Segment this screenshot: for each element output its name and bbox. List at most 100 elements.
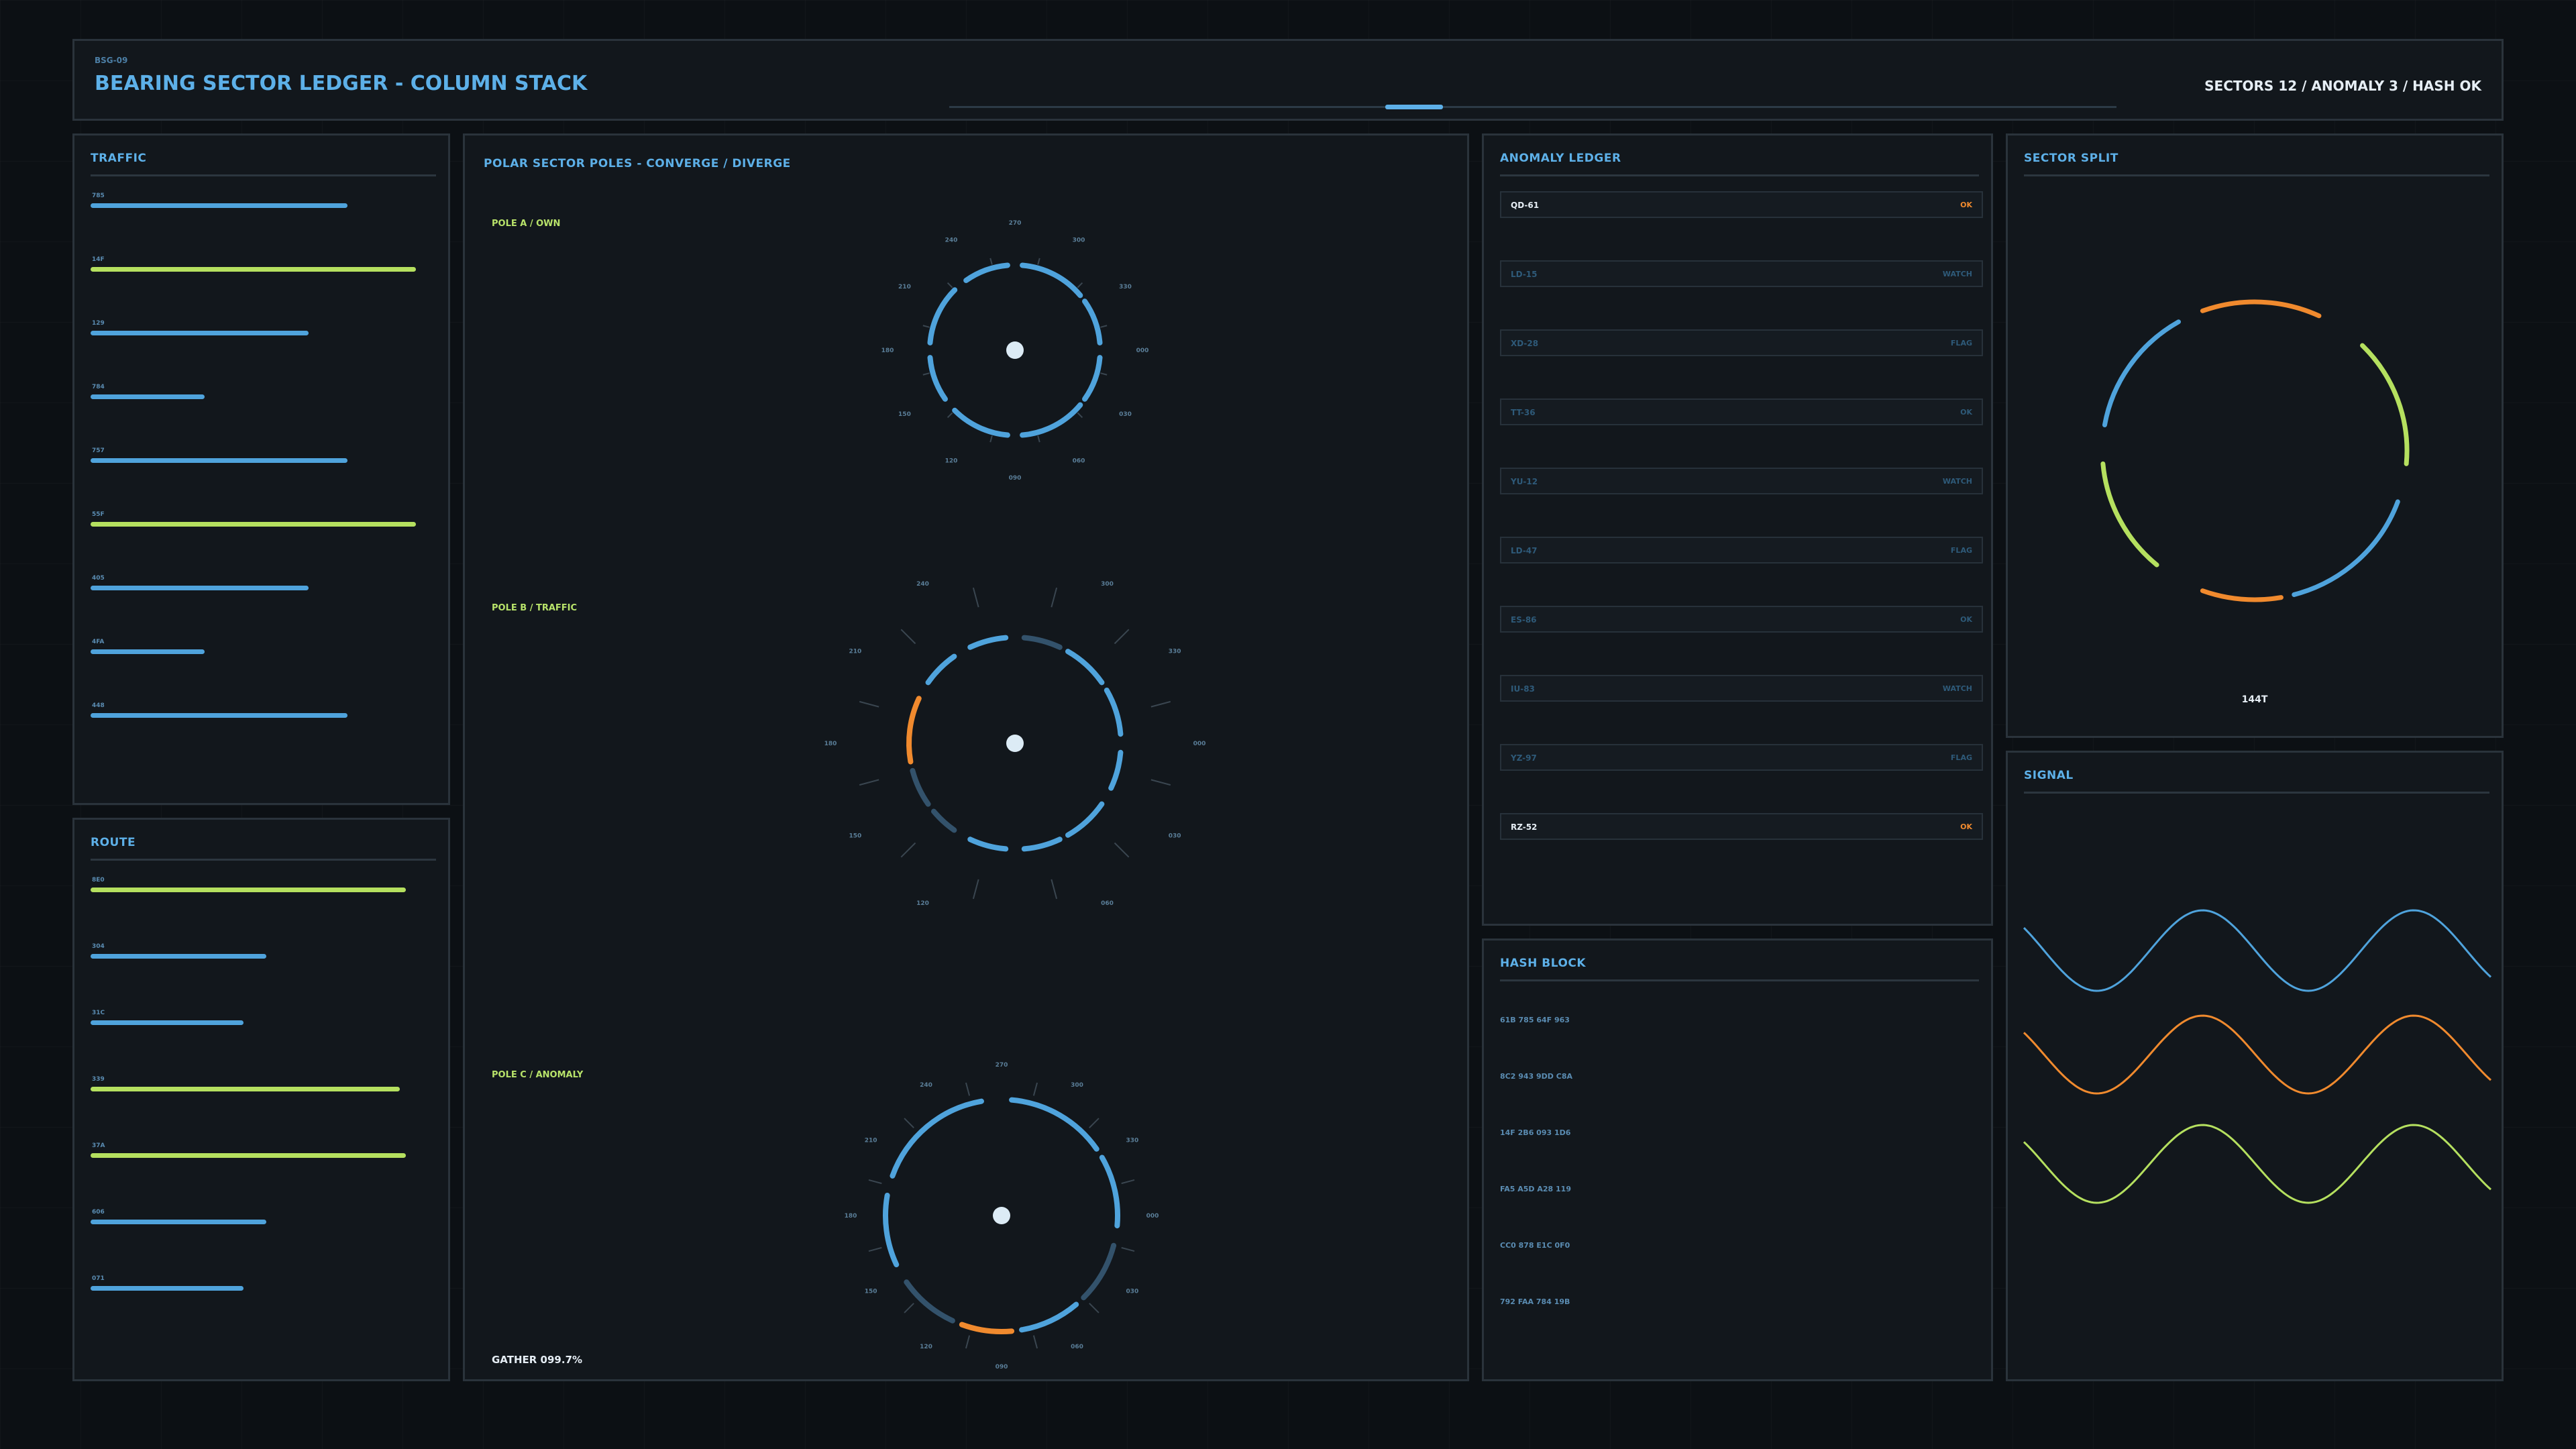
sector-arc	[927, 355, 948, 402]
traffic-row-bar	[91, 458, 347, 463]
pole-c-dial: 270 300 330 000 030 060 090 120 150 180 210 240	[845, 1062, 1159, 1371]
anomaly-status: WATCH	[1942, 270, 1972, 278]
anomaly-title: ANOMALY LEDGER	[1500, 152, 1979, 176]
radial-tick	[859, 779, 879, 786]
sector-arc	[952, 407, 1010, 438]
hash-line: FA5 A5D A28 119	[1500, 1185, 1571, 1193]
bearing-tick-label: 240	[920, 1082, 932, 1089]
anomaly-id: QD-61	[1511, 201, 1540, 210]
traffic-row-bar	[91, 522, 416, 527]
radial-tick	[868, 1246, 882, 1252]
pole-b-label: POLE B / TRAFFIC	[492, 603, 578, 613]
split-arc	[2100, 461, 2159, 568]
sector-arc	[1099, 1155, 1120, 1229]
hash-panel: HASH BLOCK 61B 785 64F 963 8C2 943 9DD C8…	[1482, 938, 1993, 1381]
radial-tick	[1051, 587, 1058, 608]
bearing-tick-label: 330	[1126, 1138, 1138, 1144]
bearing-tick-label: 060	[1073, 458, 1085, 465]
sector-arc	[1065, 649, 1105, 686]
route-row-bar	[91, 1020, 244, 1025]
signal-panel: SIGNAL	[2006, 751, 2504, 1381]
anomaly-row[interactable]: RZ-52 OK	[1500, 813, 1983, 840]
signal-wave	[2023, 909, 2492, 992]
sector-split-title: SECTOR SPLIT	[2024, 152, 2489, 176]
bearing-tick-label: 030	[1119, 411, 1132, 418]
sector-arc	[967, 635, 1009, 650]
sector-arc	[890, 1098, 984, 1179]
sector-arc	[925, 653, 957, 686]
sector-arc	[1082, 299, 1103, 345]
radial-tick	[922, 372, 930, 376]
split-arc	[2292, 499, 2400, 597]
traffic-row-bar	[91, 649, 205, 654]
anomaly-panel: ANOMALY LEDGER QD-61 OK LD-15 WATCH XD-28 FLA…	[1482, 133, 1993, 926]
bearing-tick-label: 120	[920, 1344, 932, 1350]
traffic-row-bar	[91, 713, 347, 718]
header-bar: BSG-09 BEARING SECTOR LEDGER - COLUMN ST…	[72, 39, 2504, 121]
hash-line: 61B 785 64F 963	[1500, 1016, 1570, 1024]
traffic-row-label: 55F	[92, 511, 105, 518]
bearing-tick-label: 270	[996, 1062, 1008, 1069]
radial-tick	[1089, 1118, 1099, 1128]
bearing-tick-label: 210	[898, 284, 911, 290]
gather-readout: GATHER 099.7%	[492, 1354, 583, 1366]
sector-arc	[963, 262, 1010, 283]
sector-arc	[930, 808, 957, 833]
anomaly-status: OK	[1960, 408, 1972, 417]
route-row-bar	[91, 1220, 266, 1224]
sector-arc	[1019, 1301, 1079, 1333]
anomaly-row[interactable]: LD-47 FLAG	[1500, 537, 1983, 564]
radial-tick	[900, 629, 916, 645]
sector-arc	[959, 1322, 1015, 1334]
signal-wave	[2023, 1014, 2492, 1095]
sector-arc	[1081, 1242, 1117, 1301]
signal-title: SIGNAL	[2024, 769, 2489, 794]
route-row-label: 071	[92, 1275, 105, 1282]
radial-tick	[1100, 372, 1108, 376]
bearing-tick-label: 000	[1136, 347, 1149, 354]
anomaly-row[interactable]: YU-12 WATCH	[1500, 468, 1983, 494]
traffic-row-label: 784	[92, 384, 105, 390]
bearing-tick-label: 240	[945, 237, 958, 244]
anomaly-row[interactable]: LD-15 WATCH	[1500, 260, 1983, 287]
route-row-label: 37A	[92, 1142, 105, 1149]
radial-tick	[900, 842, 916, 858]
sector-split-panel: SECTOR SPLIT 144T	[2006, 133, 2504, 738]
anomaly-status: WATCH	[1942, 477, 1972, 486]
anomaly-id: ES-86	[1511, 615, 1537, 625]
pole-c-label: POLE C / ANOMALY	[492, 1070, 584, 1080]
anomaly-row[interactable]: IU-83 WATCH	[1500, 675, 1983, 702]
radial-tick	[904, 1118, 914, 1128]
radial-tick	[989, 435, 993, 443]
header-scroll-track[interactable]	[949, 105, 2116, 109]
anomaly-status: OK	[1960, 201, 1972, 209]
polar-panel: POLAR SECTOR POLES - CONVERGE / DIVERGE …	[463, 133, 1469, 1381]
radial-tick	[1077, 412, 1083, 419]
radial-tick	[1037, 258, 1040, 265]
route-row-label: 606	[92, 1209, 105, 1216]
bearing-tick-label: 330	[1119, 284, 1132, 290]
radial-tick	[922, 325, 930, 328]
sector-arc	[1108, 749, 1124, 791]
anomaly-row[interactable]: YZ-97 FLAG	[1500, 744, 1983, 771]
anomaly-row[interactable]: TT-36 OK	[1500, 398, 1983, 425]
bearing-tick-label: 180	[881, 347, 894, 354]
radial-tick	[1051, 879, 1058, 900]
traffic-row-label: 405	[92, 575, 105, 582]
hash-line: 14F 2B6 093 1D6	[1500, 1128, 1571, 1137]
bearing-tick-label: 090	[1009, 475, 1022, 482]
anomaly-row[interactable]: QD-61 OK	[1500, 191, 1983, 218]
anomaly-id: YU-12	[1511, 477, 1538, 486]
bearing-tick-label: 120	[945, 458, 958, 465]
radial-tick	[868, 1179, 882, 1185]
radial-tick	[989, 258, 993, 265]
header-scroll-thumb[interactable]	[1385, 105, 1443, 109]
route-row-label: 8E0	[92, 877, 105, 883]
anomaly-row[interactable]: XD-28 FLAG	[1500, 329, 1983, 356]
split-arc	[2102, 319, 2181, 427]
traffic-panel: TRAFFIC 785 14F 129 784 757 55F 405 4FA 448	[72, 133, 450, 805]
traffic-row-bar	[91, 586, 309, 590]
anomaly-row[interactable]: ES-86 OK	[1500, 606, 1983, 633]
radial-tick	[859, 700, 879, 708]
pole-a-dial: 270 300 330 000 030 060 090 120 150 180 210 240	[881, 220, 1149, 482]
